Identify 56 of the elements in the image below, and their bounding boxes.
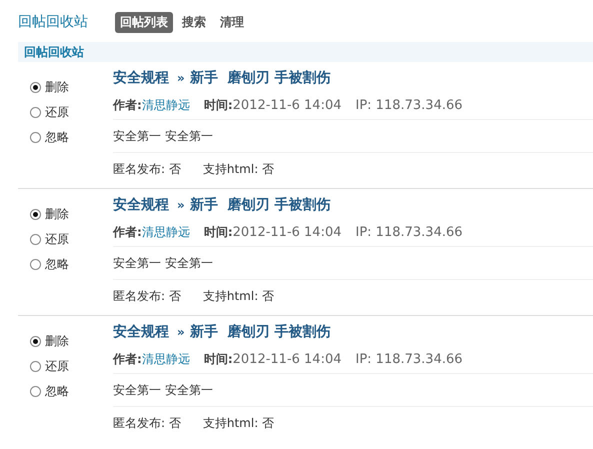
radio-label: 还原 [45,231,69,248]
radio-button[interactable] [30,209,41,220]
time-label: 时间: [204,351,233,368]
time-label: 时间: [204,97,233,114]
time-label: 时间: [204,224,233,241]
breadcrumb-separator: » [177,325,185,339]
radio-label: 删除 [45,79,69,96]
post-time: 2012-11-6 14:04 [232,98,342,113]
radio-label: 还原 [45,358,69,375]
radio-button[interactable] [30,132,41,143]
html-info: 支持html: 否 [202,414,274,432]
post-body: 安全第一 安全第一 [113,254,213,272]
forum-link[interactable]: 安全规程 [113,69,169,87]
forum-link[interactable]: 安全规程 [113,323,169,341]
author-link[interactable]: 清思静远 [142,97,190,114]
radio-button[interactable] [30,386,41,397]
html-info: 支持html: 否 [202,288,274,304]
thread-link[interactable]: 新手 磨刨刃 手被割伤 [190,323,330,341]
thread-link[interactable]: 新手 磨刨刃 手被割伤 [190,196,330,214]
html-info: 支持html: 否 [202,160,274,178]
anonymous-info: 匿名发布: 否 [113,288,181,304]
thread-link[interactable]: 新手 磨刨刃 手被割伤 [190,69,330,87]
ip-address: IP: 118.73.34.66 [356,98,463,113]
author-link[interactable]: 清思静远 [142,224,190,241]
tab[interactable]: 回帖列表 [115,12,173,32]
breadcrumb-separator: » [177,71,185,85]
radio-label: 删除 [45,206,69,223]
radio-label: 忽略 [45,256,69,273]
author-label: 作者: [113,224,142,241]
anonymous-info: 匿名发布: 否 [113,160,181,178]
section-title: 回帖回收站 [24,44,84,60]
radio-button[interactable] [30,259,41,270]
author-link[interactable]: 清思静远 [142,351,190,368]
author-label: 作者: [113,97,142,114]
radio-label: 还原 [45,104,69,121]
radio-label: 忽略 [45,383,69,400]
anonymous-info: 匿名发布: 否 [113,414,181,432]
post-body: 安全第一 安全第一 [113,382,213,398]
page-title: 回帖回收站 [18,13,89,31]
radio-button[interactable] [30,82,41,93]
ip-address: IP: 118.73.34.66 [356,352,463,367]
tab[interactable]: 清理 [215,12,249,32]
post-body: 安全第一 安全第一 [113,128,213,144]
radio-button[interactable] [30,336,41,347]
forum-link[interactable]: 安全规程 [113,196,169,214]
post-time: 2012-11-6 14:04 [232,225,342,240]
post-time: 2012-11-6 14:04 [232,352,342,367]
radio-label: 删除 [45,333,69,350]
radio-button[interactable] [30,107,41,118]
tab[interactable]: 搜索 [177,12,211,32]
ip-address: IP: 118.73.34.66 [356,225,463,240]
author-label: 作者: [113,351,142,368]
radio-label: 忽略 [45,129,69,146]
breadcrumb-separator: » [177,198,185,212]
radio-button[interactable] [30,361,41,372]
radio-button[interactable] [30,234,41,245]
